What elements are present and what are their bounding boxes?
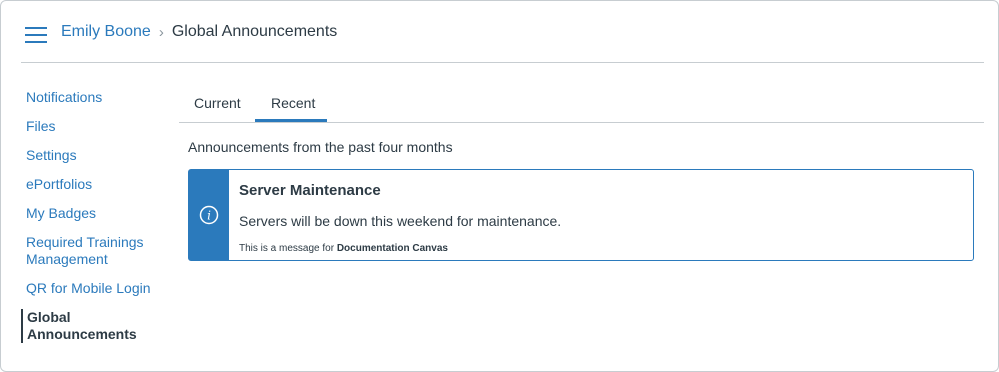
breadcrumb-user-link[interactable]: Emily Boone [61,23,151,41]
announcement-title: Server Maintenance [239,182,381,199]
breadcrumb-current: Global Announcements [171,23,338,40]
announcement-footer: This is a message for Documentation Canv… [239,243,561,254]
header-divider [21,62,984,63]
announcements-subtitle: Announcements from the past four months [188,139,453,155]
announcement-message: Servers will be down this weekend for ma… [239,213,562,229]
sidebar-item-files[interactable]: Files [21,118,151,135]
announcement-body: Server Maintenance Servers will be down … [229,170,561,260]
sidebar-item-qr-mobile-login[interactable]: QR for Mobile Login [21,280,151,297]
sidebar-item-my-badges[interactable]: My Badges [21,205,151,222]
active-tab-indicator [255,119,327,122]
info-icon: i [199,205,219,225]
sidebar-item-required-trainings[interactable]: Required Trainings Management [21,234,151,268]
announcement-icon-band: i [189,170,229,260]
page-header: Emily Boone › Global Announcements [1,1,998,63]
svg-text:i: i [207,209,211,223]
sidebar-item-notifications[interactable]: Notifications [21,89,151,106]
tab-recent[interactable]: Recent [271,95,315,111]
sidebar-nav: Notifications Files Settings ePortfolios… [21,89,151,355]
breadcrumb-separator-icon: › [158,23,164,41]
announcement-footer-prefix: This is a message for [239,243,337,254]
tab-current[interactable]: Current [194,95,241,111]
announcement-card: i Server Maintenance Servers will be dow… [188,169,974,261]
breadcrumb: Emily Boone › Global Announcements [61,23,337,41]
sidebar-item-settings[interactable]: Settings [21,147,151,164]
sidebar-item-eportfolios[interactable]: ePortfolios [21,176,151,193]
announcement-footer-account: Documentation Canvas [336,243,448,254]
app-window: Emily Boone › Global Announcements Notif… [0,0,999,372]
sidebar-item-global-announcements[interactable]: Global Announcements [21,309,151,343]
hamburger-menu-icon[interactable] [25,27,47,43]
announcement-tabs: Current Recent [179,89,984,123]
